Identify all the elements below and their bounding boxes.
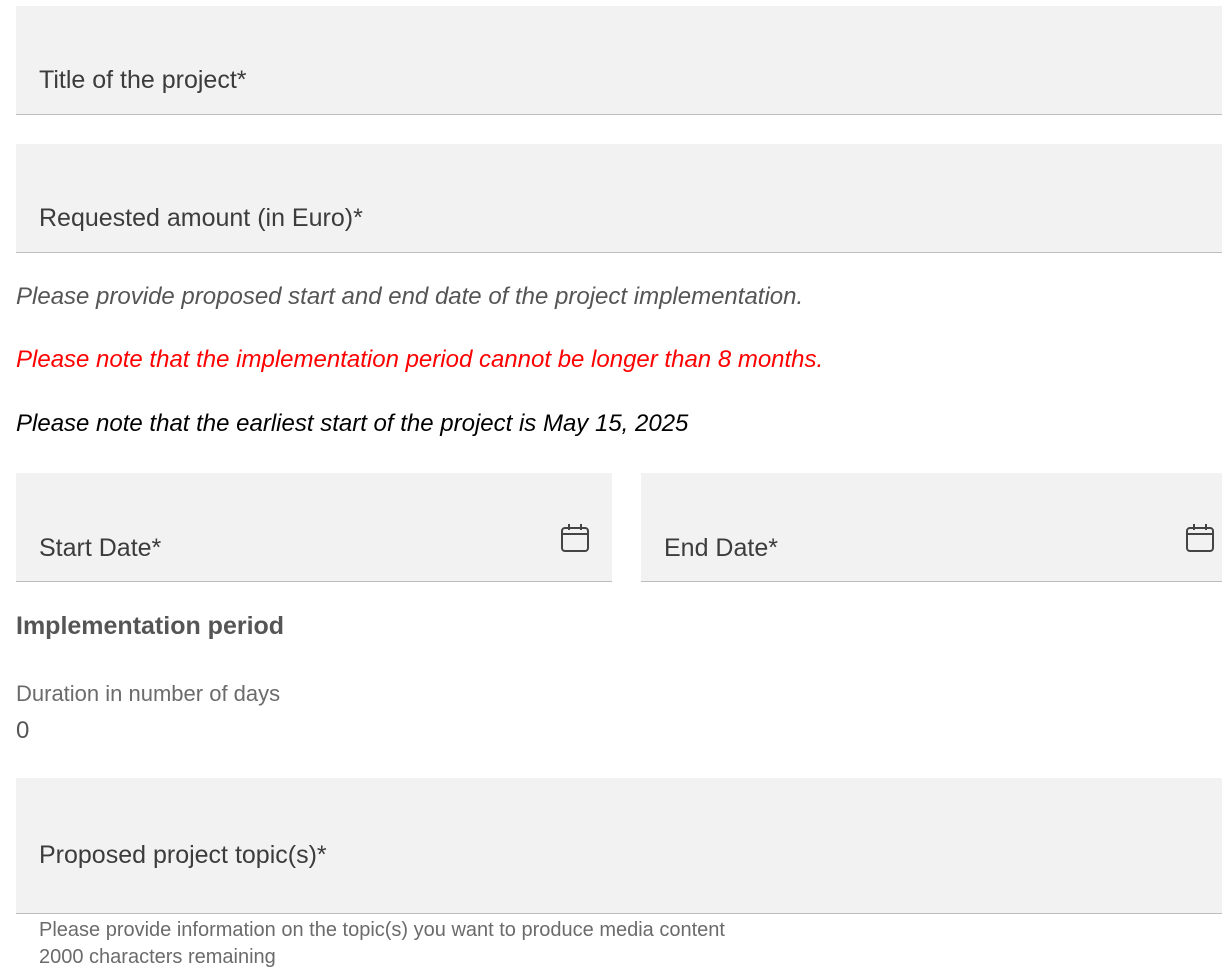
topic-helper-text: Please provide information on the topic(… (39, 919, 725, 941)
project-topic-label: Proposed project topic(s)* (39, 841, 327, 869)
requested-amount-field[interactable]: Requested amount (in Euro)* (16, 144, 1222, 253)
end-date-field[interactable]: End Date* (641, 473, 1222, 582)
max-period-warning: Please note that the implementation peri… (16, 346, 824, 373)
characters-remaining: 2000 characters remaining (39, 946, 276, 968)
start-date-label: Start Date* (39, 534, 162, 562)
project-form: Title of the project* Requested amount (… (0, 0, 1222, 968)
calendar-icon[interactable] (1185, 523, 1215, 553)
title-field[interactable]: Title of the project* (16, 6, 1222, 115)
title-field-label: Title of the project* (39, 66, 247, 94)
end-date-label: End Date* (664, 534, 778, 562)
project-topic-field[interactable]: Proposed project topic(s)* (16, 778, 1222, 914)
duration-value: 0 (16, 717, 30, 744)
earliest-start-note: Please note that the earliest start of t… (16, 410, 689, 437)
start-date-field[interactable]: Start Date* (16, 473, 612, 582)
duration-label: Duration in number of days (16, 681, 281, 706)
provide-dates-note: Please provide proposed start and end da… (16, 283, 804, 310)
implementation-period-title: Implementation period (16, 612, 285, 640)
requested-amount-label: Requested amount (in Euro)* (39, 204, 363, 232)
calendar-icon[interactable] (560, 523, 590, 553)
